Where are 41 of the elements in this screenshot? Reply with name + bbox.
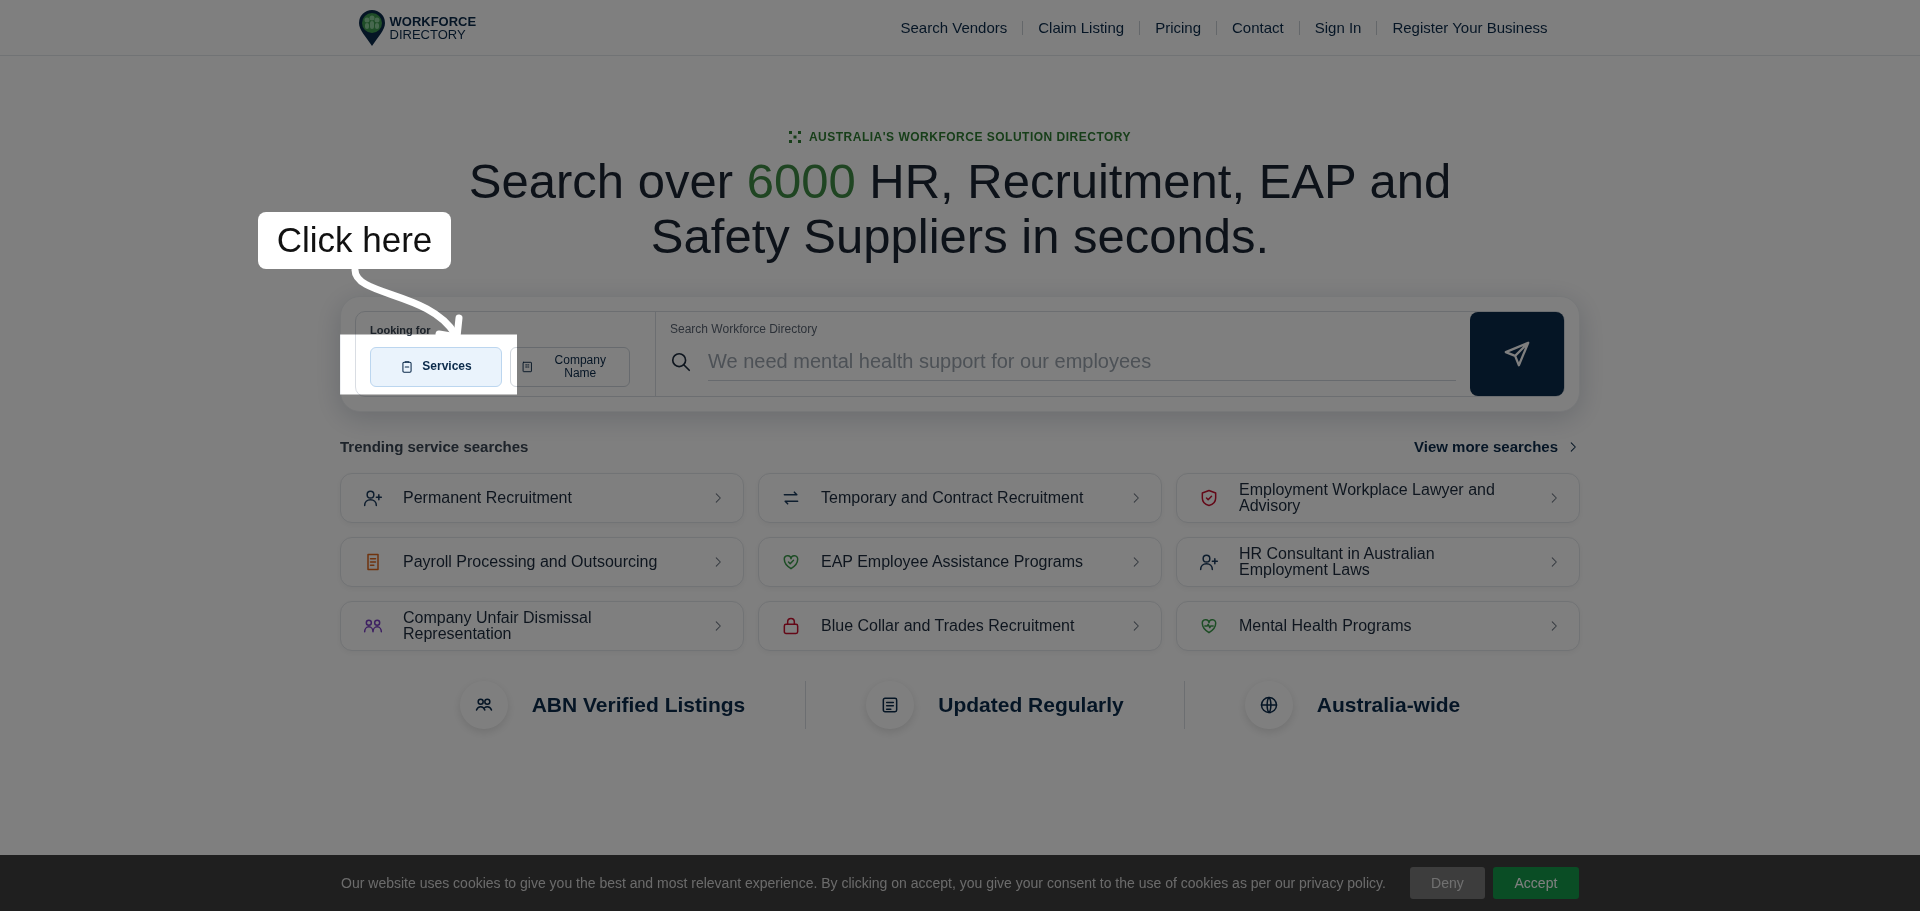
view-more-link[interactable]: View more searches bbox=[1414, 436, 1580, 459]
section-title: Trending service searches bbox=[340, 437, 529, 457]
service-card[interactable]: Mental Health Programs bbox=[1176, 600, 1580, 651]
field-label: Looking for bbox=[370, 323, 432, 338]
send-button[interactable] bbox=[1470, 312, 1564, 396]
search-icon bbox=[670, 350, 692, 373]
logo-pin-icon bbox=[357, 8, 386, 47]
nav-link[interactable]: Register Your Business bbox=[1376, 20, 1563, 35]
dots-icon bbox=[788, 131, 801, 143]
callout-label: Click here bbox=[258, 212, 451, 269]
nav-link[interactable]: Search Vendors bbox=[885, 20, 1023, 35]
building-icon bbox=[521, 359, 534, 374]
logo-text: WORKFORCE bbox=[389, 14, 477, 28]
service-card[interactable]: EAP Employee Assistance Programs bbox=[758, 536, 1162, 587]
nav-link[interactable]: Claim Listing bbox=[1022, 20, 1140, 35]
service-card[interactable]: Company Unfair Dismissal Representation bbox=[340, 600, 744, 651]
send-icon bbox=[1502, 339, 1532, 369]
hero-heading: Search over 6000 HR, Recruitment, EAP and Safety Suppliers in seconds. bbox=[467, 154, 1453, 264]
logo-text: DIRECTORY bbox=[389, 27, 467, 41]
accept-button[interactable]: Accept bbox=[1492, 867, 1579, 899]
option-button[interactable]: Company Name bbox=[510, 346, 630, 387]
stat-label: ABN Verified Listings bbox=[531, 691, 746, 718]
eyebrow-text: AUSTRALIA'S WORKFORCE SOLUTION DIRECTORY bbox=[808, 129, 1132, 146]
nav-link[interactable]: Sign In bbox=[1298, 20, 1377, 35]
service-card[interactable]: Blue Collar and Trades Recruitment bbox=[758, 600, 1162, 651]
clipboard-icon bbox=[400, 359, 415, 374]
option-button[interactable]: Services bbox=[370, 346, 502, 387]
stat-label: Updated Regularly bbox=[938, 691, 1124, 718]
shield-check-icon bbox=[1199, 487, 1219, 508]
nav-link[interactable]: Pricing bbox=[1139, 20, 1216, 35]
lock-icon bbox=[781, 615, 801, 636]
globe-icon bbox=[1258, 694, 1279, 715]
field-label: Search Workforce Directory bbox=[670, 321, 819, 338]
cookie-message: Our website uses cookies to give you the best and most relevant experience. By clicking on accept, you give your consent to the use of cookies as per our privacy policy. bbox=[341, 873, 1386, 893]
service-card[interactable]: HR Consultant in Australian Employment Laws bbox=[1176, 536, 1580, 587]
service-card[interactable]: Employment Workplace Lawyer and Advisory bbox=[1176, 472, 1580, 523]
service-card[interactable]: Temporary and Contract Recruitment bbox=[758, 472, 1162, 523]
stat-label: Australia-wide bbox=[1316, 691, 1461, 718]
service-card[interactable]: Permanent Recruitment bbox=[340, 472, 744, 523]
nav-link[interactable]: Contact bbox=[1216, 20, 1299, 35]
service-card[interactable]: Payroll Processing and Outsourcing bbox=[340, 536, 744, 587]
